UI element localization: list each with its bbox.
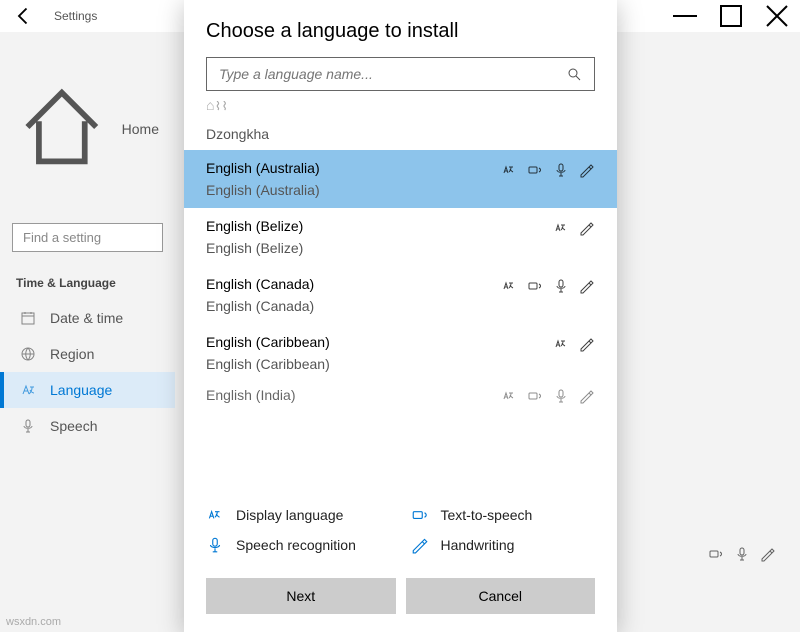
find-setting-input[interactable]: Find a setting [12,223,163,252]
sidebar-category: Time & Language [0,262,175,300]
language-name: English (Canada) [206,276,314,292]
mic-icon [734,546,750,562]
tts-icon [527,388,543,404]
language-name: English (Belize) [206,218,303,234]
speech-icon [206,536,224,554]
display-language-icon [501,278,517,294]
language-name: English (Caribbean) [206,334,330,350]
nav-label: Speech [50,418,97,434]
handwriting-icon [579,336,595,352]
nav-language[interactable]: Language [0,372,175,408]
cancel-button[interactable]: Cancel [406,578,596,614]
handwriting-icon [579,278,595,294]
language-row[interactable]: English (Belize) English (Belize) [184,208,617,266]
language-native: English (Belize) [206,240,303,256]
nav-region[interactable]: Region [0,336,175,372]
handwriting-icon [579,388,595,404]
display-language-icon [501,162,517,178]
language-row[interactable]: Dzongkha [184,122,617,150]
language-native: English (Caribbean) [206,356,330,372]
minimize-button[interactable] [662,0,708,32]
language-row[interactable]: English (Caribbean) English (Caribbean) [184,324,617,382]
dialog-title: Choose a language to install [206,20,595,43]
display-language-icon [206,506,224,524]
maximize-button[interactable] [708,0,754,32]
language-search-input[interactable] [219,66,566,82]
handwriting-icon [760,546,776,562]
nav-speech[interactable]: Speech [0,408,175,444]
search-icon [566,66,582,82]
close-button[interactable] [754,0,800,32]
display-language-icon [501,388,517,404]
back-button[interactable] [14,0,34,32]
globe-icon [20,346,36,362]
legend-handwriting: Handwriting [411,536,596,554]
tts-icon [527,278,543,294]
home-icon [16,52,108,205]
calendar-icon [20,310,36,326]
legend-speech: Speech recognition [206,536,391,554]
language-install-dialog: Choose a language to install ⌂⌇⌇ Dzongkh… [184,0,617,632]
language-search[interactable] [206,57,595,91]
speech-icon [553,162,569,178]
language-name: English (Australia) [206,160,320,176]
home-label: Home [122,121,159,137]
tts-icon [527,162,543,178]
language-row[interactable]: English (Australia) English (Australia) [184,150,617,208]
language-native: English (Canada) [206,298,314,314]
nav-label: Region [50,346,94,362]
legend-display: Display language [206,506,391,524]
watermark: wsxdn.com [6,616,61,628]
speech-icon [553,388,569,404]
mic-icon [20,418,36,434]
language-row[interactable]: English (Canada) English (Canada) [184,266,617,324]
handwriting-icon [579,220,595,236]
tts-icon [411,506,429,524]
home-nav[interactable]: Home [0,44,175,213]
language-list[interactable]: ⌂⌇⌇ Dzongkha English (Australia) English… [184,101,617,492]
tts-icon [708,546,724,562]
language-icon [20,382,36,398]
legend-tts: Text-to-speech [411,506,596,524]
handwriting-icon [579,162,595,178]
speech-icon [553,278,569,294]
nav-label: Date & time [50,310,123,326]
language-row-partial[interactable]: ⌂⌇⌇ [184,101,617,122]
handwriting-icon [411,536,429,554]
feature-legend: Display language Text-to-speech Speech r… [184,492,617,568]
feature-icons-row [708,546,776,562]
display-language-icon [553,336,569,352]
language-native: English (Australia) [206,182,320,198]
nav-label: Language [50,382,112,398]
display-language-icon [553,220,569,236]
nav-date-time[interactable]: Date & time [0,300,175,336]
next-button[interactable]: Next [206,578,396,614]
app-name: Settings [54,9,97,23]
language-row[interactable]: English (India) [184,382,617,408]
